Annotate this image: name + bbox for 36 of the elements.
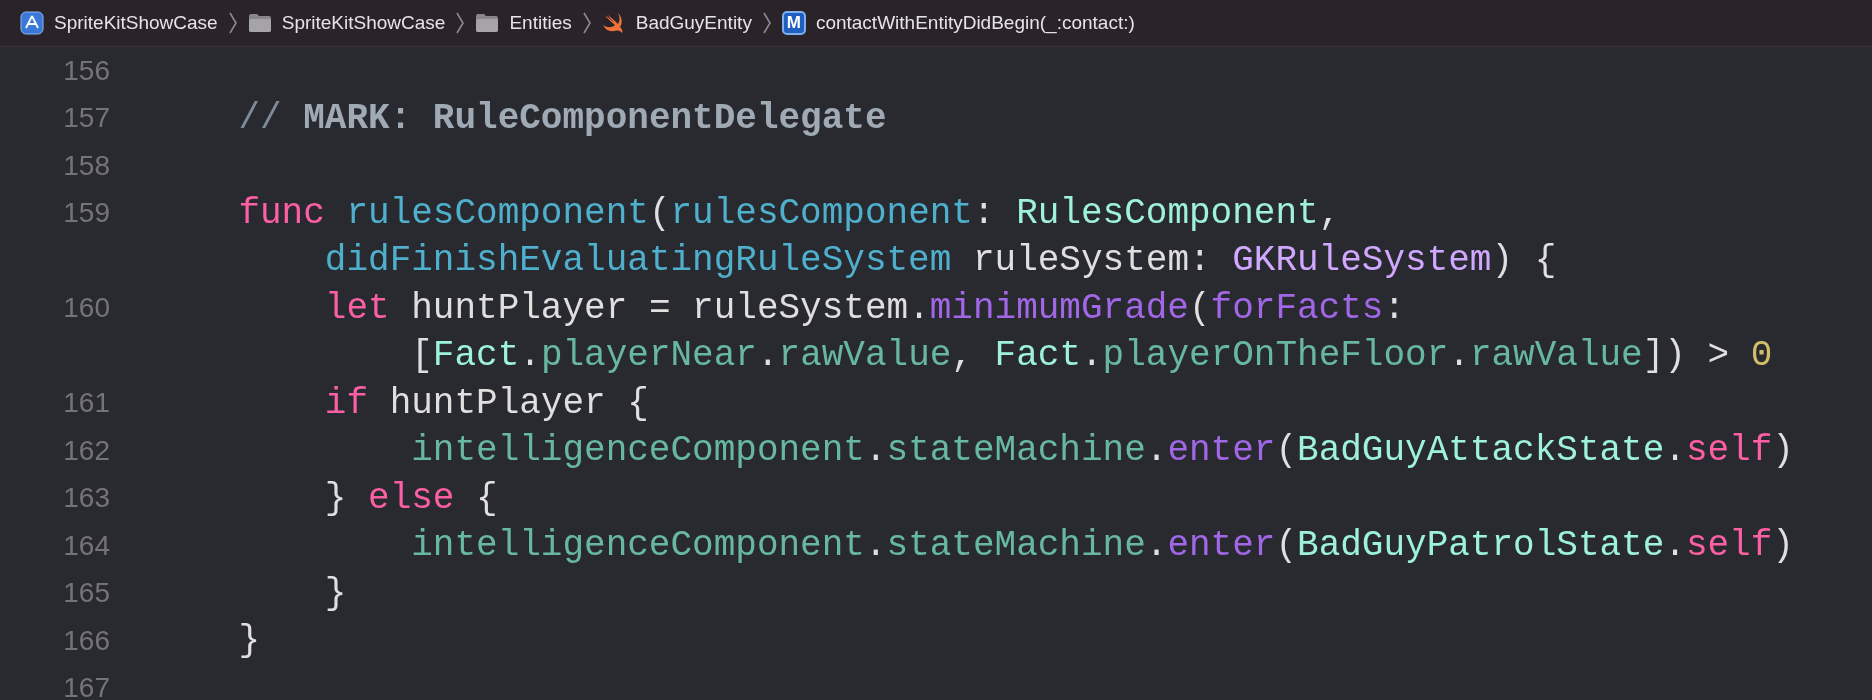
line-number: 163 — [63, 482, 110, 514]
line-number: 167 — [63, 672, 110, 700]
chevron-icon — [455, 11, 466, 35]
code-line: let huntPlayer = ruleSystem.minimumGrade(forFacts: — [324, 287, 1406, 329]
code-line: if huntPlayer { — [324, 382, 649, 424]
method-badge: M — [781, 11, 806, 35]
line-number: 159 — [63, 197, 110, 229]
code-line: } — [238, 620, 260, 662]
chevron-icon — [227, 11, 238, 35]
line-number: 157 — [63, 102, 110, 134]
code-line: } else { — [324, 477, 498, 519]
breadcrumb-item[interactable]: Entities — [475, 12, 572, 34]
code-line: // MARK: RuleComponentDelegate — [238, 97, 887, 139]
breadcrumb-item[interactable]: M contactWithEntityDidBegin(_:contact:) — [781, 11, 1135, 35]
code-line: func rulesComponent(rulesComponent: RulesComponent, — [238, 192, 1341, 234]
breadcrumb-item[interactable]: SpriteKitShowCase — [247, 12, 446, 34]
line-number: 164 — [63, 529, 110, 561]
code-line: intelligenceComponent.stateMachine.enter(BadGuyPatrolState.self) — [411, 525, 1794, 567]
line-number: 161 — [63, 387, 110, 419]
folder-icon — [247, 13, 272, 33]
chevron-icon — [761, 11, 772, 35]
chevron-icon — [581, 11, 592, 35]
line-number: 166 — [63, 624, 110, 656]
breadcrumb-item[interactable]: SpriteKitShowCase — [20, 11, 218, 35]
folder-icon — [475, 13, 500, 33]
code-line: [Fact.playerNear.rawValue, Fact.playerOnTheFloor.rawValue]) > 0 — [411, 335, 1773, 377]
app-icon — [20, 11, 44, 35]
breadcrumb-item[interactable]: BadGuyEntity — [601, 12, 752, 34]
line-number: 156 — [63, 54, 110, 86]
line-number: 165 — [63, 577, 110, 609]
code-line: } — [324, 572, 347, 614]
line-number: 162 — [63, 434, 110, 466]
code-line: didFinishEvaluatingRuleSystem ruleSystem: GKRuleSystem) { — [324, 240, 1557, 282]
line-number: 158 — [63, 149, 110, 181]
line-number: 160 — [63, 292, 110, 324]
code-line: intelligenceComponent.stateMachine.enter(BadGuyAttackState.self) — [411, 430, 1794, 472]
